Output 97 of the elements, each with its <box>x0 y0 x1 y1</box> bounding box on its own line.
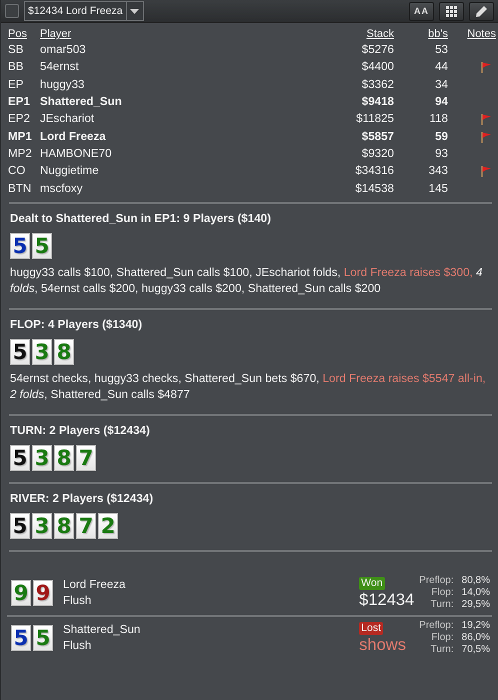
table-cell-text: $14538 <box>354 180 395 197</box>
equity-label: Preflop: <box>419 575 454 588</box>
table-cell-text: 94 <box>434 94 449 110</box>
street-heading: FLOP: 4 Players ($1340) <box>10 318 144 331</box>
table-cell-text: $11825 <box>355 111 395 128</box>
table-cell-text: $9320 <box>360 146 395 162</box>
action-log: huggy33 calls $100, Shattered_Sun calls $100, JEschariot folds, Lord Freeza raises $300, 4 folds, 54ernst calls $200, huggy33 calls $200, Shattered_Sun calls $200 <box>10 264 484 297</box>
table-cell-text: Lord Freeza <box>39 128 107 145</box>
table-cell-text: 44 <box>434 59 449 76</box>
equity-value: 86,0% <box>462 632 490 644</box>
table-cell-text: $5276 <box>360 42 395 58</box>
table-cell-text: EP2 <box>7 111 31 128</box>
hand-rank: Flush <box>63 638 92 654</box>
table-cell-text: 118 <box>428 111 449 128</box>
table-cell-text: BTN <box>7 180 32 197</box>
equity-label: Preflop: <box>419 620 454 632</box>
table-cell-text: omar503 <box>39 42 87 58</box>
table-cell-text: EP <box>7 76 24 93</box>
table-cell-text: MP2 <box>7 146 33 162</box>
grid-icon <box>446 6 457 16</box>
table-cell-text: BB <box>7 59 24 76</box>
playing-card: 5 <box>10 512 30 539</box>
table-cell-text: 34 <box>434 76 449 93</box>
table-cell-text: $4400 <box>360 59 395 76</box>
playing-card: 8 <box>54 444 74 471</box>
playing-card: 3 <box>32 444 52 471</box>
flag-icon[interactable] <box>480 61 492 74</box>
street-heading: RIVER: 2 Players ($12434) <box>10 492 154 505</box>
playing-card: 9 <box>33 580 53 606</box>
equity-value: 70,5% <box>462 644 490 656</box>
font-size-button[interactable]: AA <box>409 2 434 20</box>
equity-value: 14,0% <box>462 587 490 600</box>
result-amount: $12434 <box>359 590 414 610</box>
column-header[interactable]: Stack <box>277 27 396 41</box>
player-name: Lord Freeza <box>63 577 127 594</box>
equity-label: Flop: <box>430 587 454 600</box>
playing-card: 8 <box>54 338 74 365</box>
table-cell-text: $34316 <box>354 163 395 180</box>
result-amount: shows <box>359 634 406 655</box>
table-cell-text: 343 <box>428 163 449 180</box>
table-cell-text: HAMBONE70 <box>39 146 113 162</box>
table-cell-text: Nuggietime <box>39 163 100 180</box>
playing-card: 2 <box>98 512 118 539</box>
hand-rank: Flush <box>63 593 92 610</box>
playing-card: 5 <box>11 625 31 652</box>
column-header[interactable]: Notes <box>450 27 498 41</box>
playing-card: 8 <box>54 512 74 539</box>
pencil-icon <box>475 4 488 18</box>
table-cell-text: CO <box>7 163 26 180</box>
caret-icon <box>130 8 140 14</box>
flag-icon[interactable] <box>480 165 492 178</box>
equity-label: Turn: <box>430 599 454 612</box>
table-cell-text: 93 <box>434 146 449 162</box>
flag-icon[interactable] <box>480 113 492 126</box>
equity-value: 80,8% <box>462 575 490 588</box>
playing-card: 5 <box>10 338 30 365</box>
playing-card: 5 <box>10 444 30 471</box>
street-heading: Dealt to Shattered_Sun in EP1: 9 Players ($140) <box>10 212 272 225</box>
equity-value: 29,5% <box>462 599 490 612</box>
column-header[interactable]: Pos <box>1 27 38 41</box>
equity-label: Turn: <box>430 644 454 656</box>
table-cell-text: mscfoxy <box>39 180 84 197</box>
table-cell-text: $3362 <box>360 76 395 93</box>
playing-card: 3 <box>32 512 52 539</box>
player-name: Shattered_Sun <box>63 622 142 638</box>
street-heading: TURN: 2 Players ($12434) <box>10 424 151 437</box>
table-cell-text: $5857 <box>360 128 395 145</box>
action-log: 54ernst checks, huggy33 checks, Shattered_Sun bets $670, Lord Freeza raises $5547 all-in, 2 folds, Shattered_Sun calls $4877 <box>10 370 487 403</box>
table-cell-text: 59 <box>434 128 449 145</box>
playing-card: 5 <box>33 625 53 652</box>
checkbox[interactable] <box>5 4 19 18</box>
table-cell-text: Shattered_Sun <box>39 94 123 110</box>
column-header[interactable]: Player <box>38 27 278 41</box>
table-cell-text: 53 <box>434 42 449 58</box>
table-cell-text: SB <box>7 42 24 58</box>
hand-dropdown[interactable]: $12434 Lord Freeza <box>24 1 144 21</box>
table-cell-text: huggy33 <box>39 76 86 93</box>
playing-card: 3 <box>32 338 52 365</box>
playing-card: 7 <box>76 444 96 471</box>
equity-label: Flop: <box>430 632 454 644</box>
table-cell-text: $9418 <box>360 94 395 110</box>
playing-card: 5 <box>32 232 52 259</box>
grid-button[interactable] <box>439 2 464 20</box>
result-badge: Lost <box>359 622 384 635</box>
column-header[interactable]: bb's <box>396 27 450 41</box>
table-cell-text: JEschariot <box>39 111 96 128</box>
table-cell-text: MP1 <box>7 128 33 145</box>
result-badge: Won <box>359 576 385 590</box>
table-cell-text: EP1 <box>7 94 31 110</box>
equity-value: 19,2% <box>462 620 490 632</box>
playing-card: 9 <box>11 580 31 606</box>
flag-icon[interactable] <box>480 130 492 143</box>
table-cell-text: 145 <box>428 180 449 197</box>
table-cell-text: 54ernst <box>39 59 80 76</box>
playing-card: 7 <box>76 512 96 539</box>
playing-card: 5 <box>10 232 30 259</box>
edit-button[interactable] <box>469 2 494 20</box>
